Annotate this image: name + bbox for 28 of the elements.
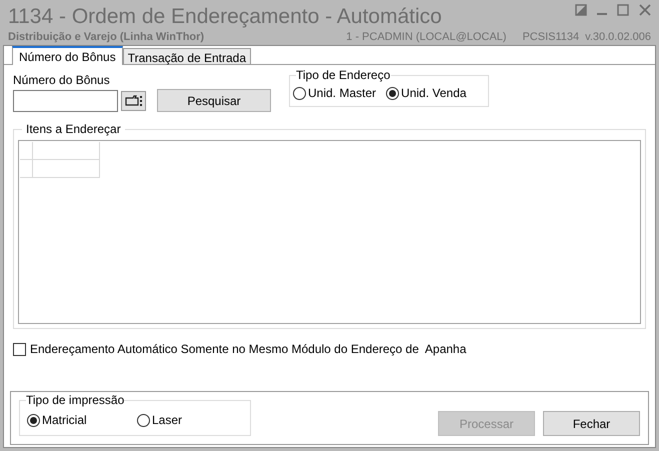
auto-checkbox-option[interactable]: Endereçamento Automático Somente no Mesmo Módulo do Endereço de Apanha	[13, 340, 646, 358]
radio-button[interactable]	[137, 414, 150, 426]
group-title: Itens a Endereçar	[22, 122, 125, 136]
maximize-icon[interactable]	[617, 4, 629, 16]
restore-icon[interactable]	[575, 4, 587, 16]
radio-option[interactable]: Unid. Venda	[386, 84, 466, 102]
user-label: 1 - PCADMIN (LOCAL@LOCAL)	[346, 30, 506, 44]
checkbox[interactable]	[13, 342, 26, 356]
group-title: Tipo de Endereço	[296, 68, 392, 82]
radio-button[interactable]	[386, 86, 400, 100]
bonus-label: Número do Bônus	[13, 73, 111, 88]
radio-option[interactable]: Matricial	[27, 411, 137, 429]
version-label: v.30.0.02.006	[585, 30, 651, 44]
window-title: 1134 - Ordem de Endereçamento - Automático	[8, 4, 442, 30]
tab[interactable]: Número do Bônus	[12, 46, 123, 65]
group-title: Tipo de impressão	[26, 393, 124, 407]
action-button[interactable]: Fechar	[543, 411, 640, 436]
lookup-button[interactable]	[121, 90, 146, 110]
tab[interactable]: Transação de Entrada	[122, 48, 252, 64]
bonus-input[interactable]	[13, 90, 118, 112]
radio-option[interactable]: Laser	[137, 411, 247, 429]
radio-button[interactable]	[293, 86, 306, 100]
close-icon[interactable]	[639, 4, 651, 16]
window-subtitle: Distribuição e Varejo (Linha WinThor)	[8, 30, 204, 44]
radio-button[interactable]	[27, 414, 40, 426]
program-label: PCSIS1134	[522, 30, 580, 44]
search-button[interactable]: Pesquisar	[157, 89, 271, 112]
radio-option[interactable]: Unid. Master	[293, 84, 376, 102]
